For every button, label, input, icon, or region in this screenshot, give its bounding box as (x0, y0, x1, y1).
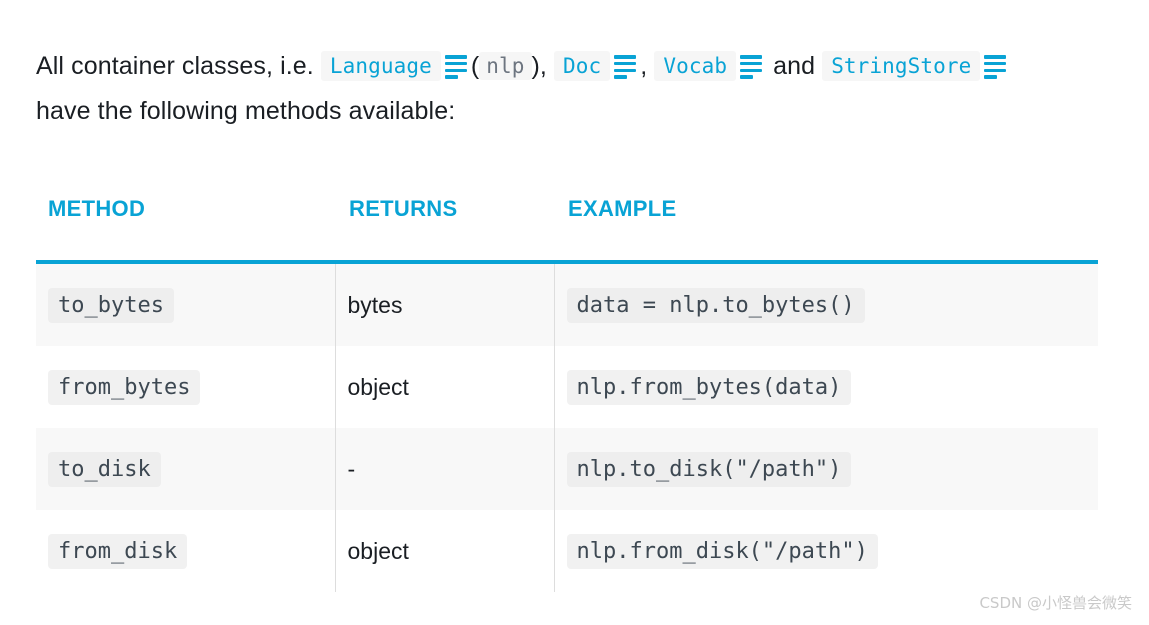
table-row: from_bytes object nlp.from_bytes(data) (36, 346, 1098, 428)
table-header-row: METHOD RETURNS EXAMPLE (36, 196, 1098, 264)
example-code: nlp.from_disk("/path") (566, 533, 878, 569)
example-code: data = nlp.to_bytes() (566, 287, 865, 323)
doc-list-icon (444, 55, 467, 79)
doc-list-icon (614, 55, 637, 79)
method-code: from_disk (48, 533, 188, 569)
example-code: nlp.from_bytes(data) (566, 369, 852, 405)
intro-comma: , (640, 52, 648, 80)
cell-method: to_bytes (36, 262, 336, 346)
intro-text-part2: have the following methods available: (36, 97, 456, 125)
link-language[interactable]: Language (320, 51, 441, 81)
cell-returns: - (335, 428, 555, 510)
intro-paren-open: ( (470, 52, 480, 80)
link-stringstore[interactable]: StringStore (822, 51, 981, 81)
methods-table: METHOD RETURNS EXAMPLE to_bytes bytes da… (36, 196, 1098, 592)
intro-paren-close: ), (531, 52, 547, 80)
method-code: from_bytes (48, 369, 201, 405)
intro-and: and (773, 52, 816, 80)
intro-paragraph: All container classes, i.e. Language (nlp… (36, 44, 1066, 134)
column-header-returns: RETURNS (335, 196, 554, 264)
column-header-example: EXAMPLE (554, 196, 1098, 264)
table-row: to_disk - nlp.to_disk("/path") (36, 428, 1098, 510)
cell-returns: bytes (335, 262, 555, 346)
returns-value: bytes (347, 291, 403, 318)
cell-example: nlp.from_bytes(data) (554, 346, 1098, 428)
example-code: nlp.to_disk("/path") (566, 451, 852, 487)
intro-text-part1: All container classes, i.e. (36, 52, 314, 80)
method-code: to_disk (48, 451, 161, 487)
watermark: CSDN @小怪兽会微笑 (979, 594, 1132, 612)
cell-returns: object (335, 346, 555, 428)
cell-example: data = nlp.to_bytes() (554, 262, 1098, 346)
column-header-method: METHOD (36, 196, 335, 264)
table-row: to_bytes bytes data = nlp.to_bytes() (36, 262, 1098, 346)
cell-returns: object (335, 510, 555, 592)
returns-value: - (347, 455, 356, 482)
link-doc[interactable]: Doc (554, 51, 611, 81)
code-nlp: nlp (479, 52, 532, 80)
table-header: METHOD RETURNS EXAMPLE (36, 196, 1098, 264)
doc-list-icon (984, 55, 1007, 79)
cell-method: from_bytes (36, 346, 336, 428)
table-body: to_bytes bytes data = nlp.to_bytes() fro… (36, 262, 1098, 592)
link-vocab[interactable]: Vocab (654, 51, 737, 81)
cell-method: from_disk (36, 510, 336, 592)
returns-value: object (347, 373, 409, 400)
cell-example: nlp.to_disk("/path") (554, 428, 1098, 510)
doc-list-icon (740, 55, 763, 79)
cell-example: nlp.from_disk("/path") (554, 510, 1098, 592)
cell-method: to_disk (36, 428, 336, 510)
table-row: from_disk object nlp.from_disk("/path") (36, 510, 1098, 592)
returns-value: object (347, 537, 409, 564)
method-code: to_bytes (48, 287, 174, 323)
